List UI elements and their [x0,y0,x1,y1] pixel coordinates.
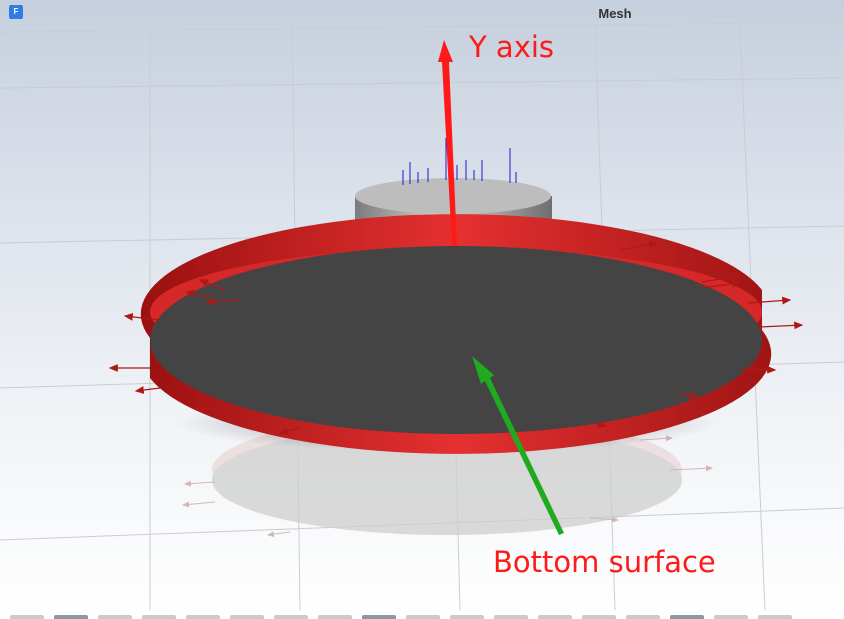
toolbar-tab[interactable] [10,615,44,619]
toolbar-tab[interactable] [318,615,352,619]
bottom-tab-strip [0,612,844,619]
toolbar-tab[interactable] [494,615,528,619]
toolbar-tab[interactable] [54,615,88,619]
toolbar-tab[interactable] [406,615,440,619]
toolbar-tab[interactable] [230,615,264,619]
graphics-viewport[interactable]: F Mesh Y axis Bottom surface [0,0,844,619]
toolbar-tab[interactable] [142,615,176,619]
toolbar-tab[interactable] [450,615,484,619]
base-disk[interactable] [140,214,772,454]
normal-vectors [402,138,517,185]
toolbar-tab[interactable] [98,615,132,619]
toolbar-tab[interactable] [186,615,220,619]
toolbar-tab[interactable] [582,615,616,619]
bottom-surface-label: Bottom surface [493,545,716,579]
toolbar-tab[interactable] [714,615,748,619]
toolbar-tab[interactable] [670,615,704,619]
toolbar-tab[interactable] [538,615,572,619]
app-logo-icon: F [9,5,23,19]
bottom-surface-face [150,246,762,434]
toolbar-tab[interactable] [758,615,792,619]
mesh-scene[interactable] [0,0,844,619]
y-axis-label: Y axis [469,30,555,64]
toolbar-tab[interactable] [362,615,396,619]
toolbar-tab[interactable] [626,615,660,619]
view-title: Mesh [598,6,632,21]
toolbar-tab[interactable] [274,615,308,619]
